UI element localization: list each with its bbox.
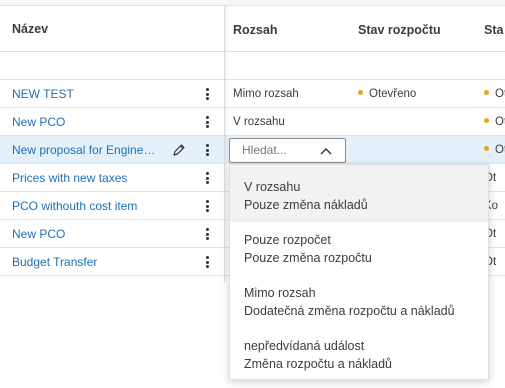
budget-status-cell: Otevřeno: [358, 88, 416, 100]
table-row[interactable]: New PCO: [0, 108, 224, 136]
dropdown-option[interactable]: nepředvídaná událost Změna rozpočtu a ná…: [230, 326, 488, 380]
status-dot: [484, 118, 489, 124]
option-subtitle: Pouze změna rozpočtu: [244, 251, 372, 265]
row-name-link[interactable]: Budget Transfer: [0, 255, 160, 269]
more-vertical-icon[interactable]: [200, 198, 214, 214]
scope-cell: V rozsahu: [233, 116, 285, 128]
table-row[interactable]: NEW TEST: [0, 80, 224, 108]
row-name-link[interactable]: New PCO: [0, 227, 160, 241]
scope-select[interactable]: [229, 138, 346, 163]
status-dot: [484, 90, 489, 96]
status-header-label[interactable]: Sta: [484, 23, 503, 37]
table-row[interactable]: PCO withouth cost item: [0, 192, 224, 220]
scope-cell: Mimo rozsah: [233, 88, 299, 100]
filter-row: [0, 52, 224, 80]
name-header-label: Název: [12, 21, 49, 36]
table-row[interactable]: Prices with new taxes: [0, 164, 224, 192]
scope-search-input[interactable]: [242, 139, 322, 161]
table-row-cells-selected[interactable]: Ot: [225, 136, 505, 164]
more-vertical-icon[interactable]: [200, 254, 214, 270]
more-vertical-icon[interactable]: [200, 226, 214, 242]
more-vertical-icon[interactable]: [200, 142, 214, 158]
more-vertical-icon[interactable]: [200, 86, 214, 102]
columns-header: Rozsah Stav rozpočtu Sta: [225, 6, 505, 52]
table-row[interactable]: New PCO: [0, 220, 224, 248]
table-row-cells[interactable]: Mimo rozsah Otevřeno Ot: [225, 80, 505, 108]
pencil-icon[interactable]: [172, 143, 186, 157]
option-title: nepředvídaná událost: [244, 339, 365, 353]
table-row-cells[interactable]: V rozsahu Ot: [225, 108, 505, 136]
scope-header-label[interactable]: Rozsah: [233, 23, 277, 37]
option-subtitle: Pouze změna nákladů: [244, 198, 368, 212]
table-row-selected[interactable]: New proposal for Engineering: [0, 136, 224, 164]
name-column-header[interactable]: Název: [0, 6, 224, 52]
row-name-link[interactable]: PCO withouth cost item: [0, 199, 160, 213]
more-vertical-icon[interactable]: [200, 114, 214, 130]
scope-dropdown-menu: V rozsahu Pouze změna nákladů Pouze rozp…: [229, 164, 489, 380]
budget-status-header-label[interactable]: Stav rozpočtu: [358, 23, 441, 37]
table-row[interactable]: Budget Transfer: [0, 248, 224, 276]
row-name-link[interactable]: Prices with new taxes: [0, 171, 160, 185]
status-cell: Ot: [484, 88, 505, 100]
row-name-link[interactable]: New proposal for Engineering: [0, 143, 156, 157]
option-title: V rozsahu: [244, 180, 301, 194]
status-cell: Ot: [484, 144, 505, 156]
dropdown-option[interactable]: V rozsahu Pouze změna nákladů: [230, 165, 488, 222]
row-name-link[interactable]: NEW TEST: [0, 87, 160, 101]
option-subtitle: Změna rozpočtu a nákladů: [244, 357, 393, 371]
option-subtitle: Dodatečná změna rozpočtu a nákladů: [244, 304, 455, 318]
status-dot: [484, 146, 489, 152]
status-dot: [358, 90, 363, 96]
option-title: Pouze rozpočet: [244, 233, 331, 247]
status-cell: Ot: [484, 116, 505, 128]
row-name-link[interactable]: New PCO: [0, 115, 160, 129]
name-column-pane: Název NEW TEST New PCO New proposal for …: [0, 6, 225, 282]
dropdown-option[interactable]: Pouze rozpočet Pouze změna rozpočtu: [230, 222, 488, 274]
chevron-up-icon[interactable]: [319, 145, 333, 157]
filter-row: [225, 52, 505, 80]
dropdown-option[interactable]: Mimo rozsah Dodatečná změna rozpočtu a n…: [230, 274, 488, 326]
option-title: Mimo rozsah: [244, 286, 316, 300]
more-vertical-icon[interactable]: [200, 170, 214, 186]
